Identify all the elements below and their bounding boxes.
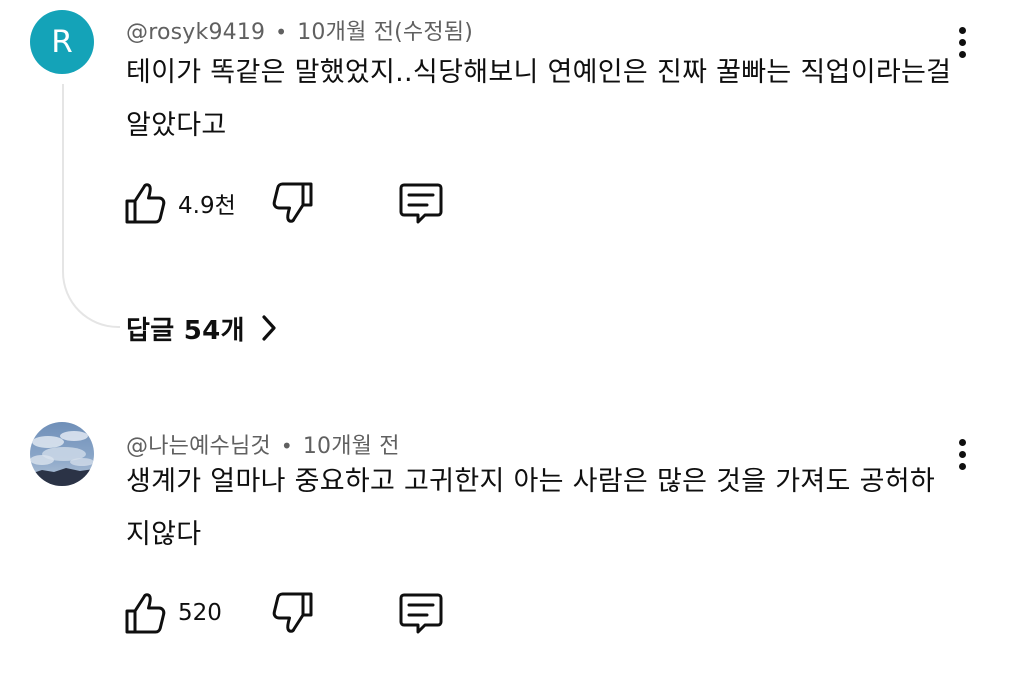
comment-author[interactable]: @rosyk9419 [126,20,265,45]
comment-1: R @rosyk9419 • 10개월 전(수정됨) 테이가 똑같은 말했었지..식… [0,0,1024,380]
comment-actions: 4.9천 [124,181,464,225]
comment-icon [399,183,443,224]
reply-button[interactable] [398,181,444,225]
sky-clouds-photo [30,422,94,486]
meta-separator: • [275,20,288,44]
thumbs-down-icon [272,592,313,633]
thumbs-up-icon [125,593,166,634]
like-count: 4.9천 [178,193,236,219]
like-count: 520 [178,600,222,626]
avatar[interactable] [30,422,94,486]
thread-line [62,84,120,328]
comment-meta: @rosyk9419 • 10개월 전(수정됨) [126,14,473,46]
dislike-button[interactable] [272,181,314,225]
replies-toggle[interactable]: 답글 54개 [126,306,277,350]
like-button[interactable]: 4.9천 [124,181,236,225]
avatar-letter: R [51,24,73,60]
comment-text: 생계가 얼마나 중요하고 고귀한지 아는 사람은 많은 것을 가져도 공허하지않… [126,466,936,550]
comment-2: @나는예수님것 • 10개월 전 생계가 얼마나 중요하고 고귀한지 아는 사람은 … [0,405,1024,678]
like-button[interactable]: 520 [124,591,222,635]
chevron-right-icon [261,314,277,342]
comment-icon [399,593,443,634]
replies-label: 답글 54개 [126,315,245,346]
dislike-button[interactable] [272,591,314,635]
comment-actions: 520 [124,591,464,635]
comment-text: 테이가 똑같은 말했었지..식당해보니 연예인은 진짜 꿀빠는 직업이라는걸 알… [126,57,952,141]
comment-time: 10개월 전(수정됨) [297,20,474,45]
avatar[interactable]: R [30,10,94,74]
thumbs-up-icon [125,183,166,224]
reply-button[interactable] [398,591,444,635]
thumbs-down-icon [272,182,313,223]
